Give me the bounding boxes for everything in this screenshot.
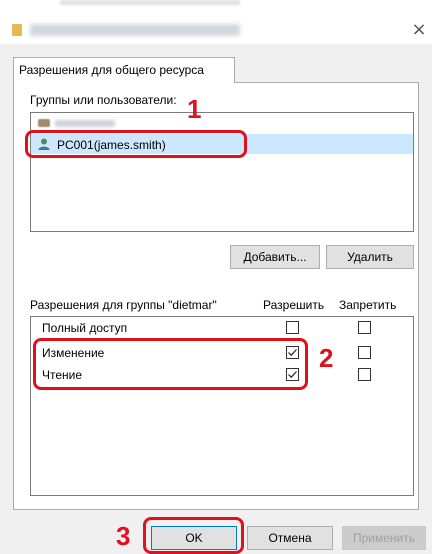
step-3-marker: 3 (116, 521, 131, 551)
step-1-marker: 1 (187, 94, 202, 124)
highlight-user (25, 130, 247, 158)
highlight-permissions (33, 338, 308, 390)
window-title-blurred (30, 24, 240, 36)
step-2-marker: 2 (319, 343, 334, 373)
group-icon (38, 119, 50, 127)
blurred-window-edge (60, 0, 240, 5)
remove-button[interactable]: Удалить (326, 245, 414, 269)
groups-label: Группы или пользователи: (30, 93, 177, 107)
cancel-button[interactable]: Отмена (247, 526, 333, 550)
permission-name-full-access: Полный доступ (42, 321, 128, 335)
add-button[interactable]: Добавить... (230, 245, 320, 269)
blurred-group-name[interactable] (55, 120, 115, 127)
allow-column-header: Разрешить (263, 298, 325, 312)
apply-button[interactable]: Применить (342, 526, 426, 550)
tab-label: Разрешения для общего ресурса (19, 63, 204, 77)
allow-full-access-checkbox[interactable] (286, 321, 299, 334)
deny-full-access-checkbox[interactable] (358, 321, 371, 334)
folder-icon (12, 24, 22, 36)
deny-change-checkbox[interactable] (358, 346, 371, 359)
highlight-ok (143, 517, 244, 554)
deny-read-checkbox[interactable] (358, 368, 371, 381)
close-icon[interactable]: × (410, 21, 428, 40)
deny-column-header: Запретить (339, 298, 397, 312)
title-bar (0, 0, 432, 44)
permissions-label: Разрешения для группы "dietmar" (30, 298, 217, 312)
tab-share-permissions[interactable]: Разрешения для общего ресурса (13, 57, 235, 83)
